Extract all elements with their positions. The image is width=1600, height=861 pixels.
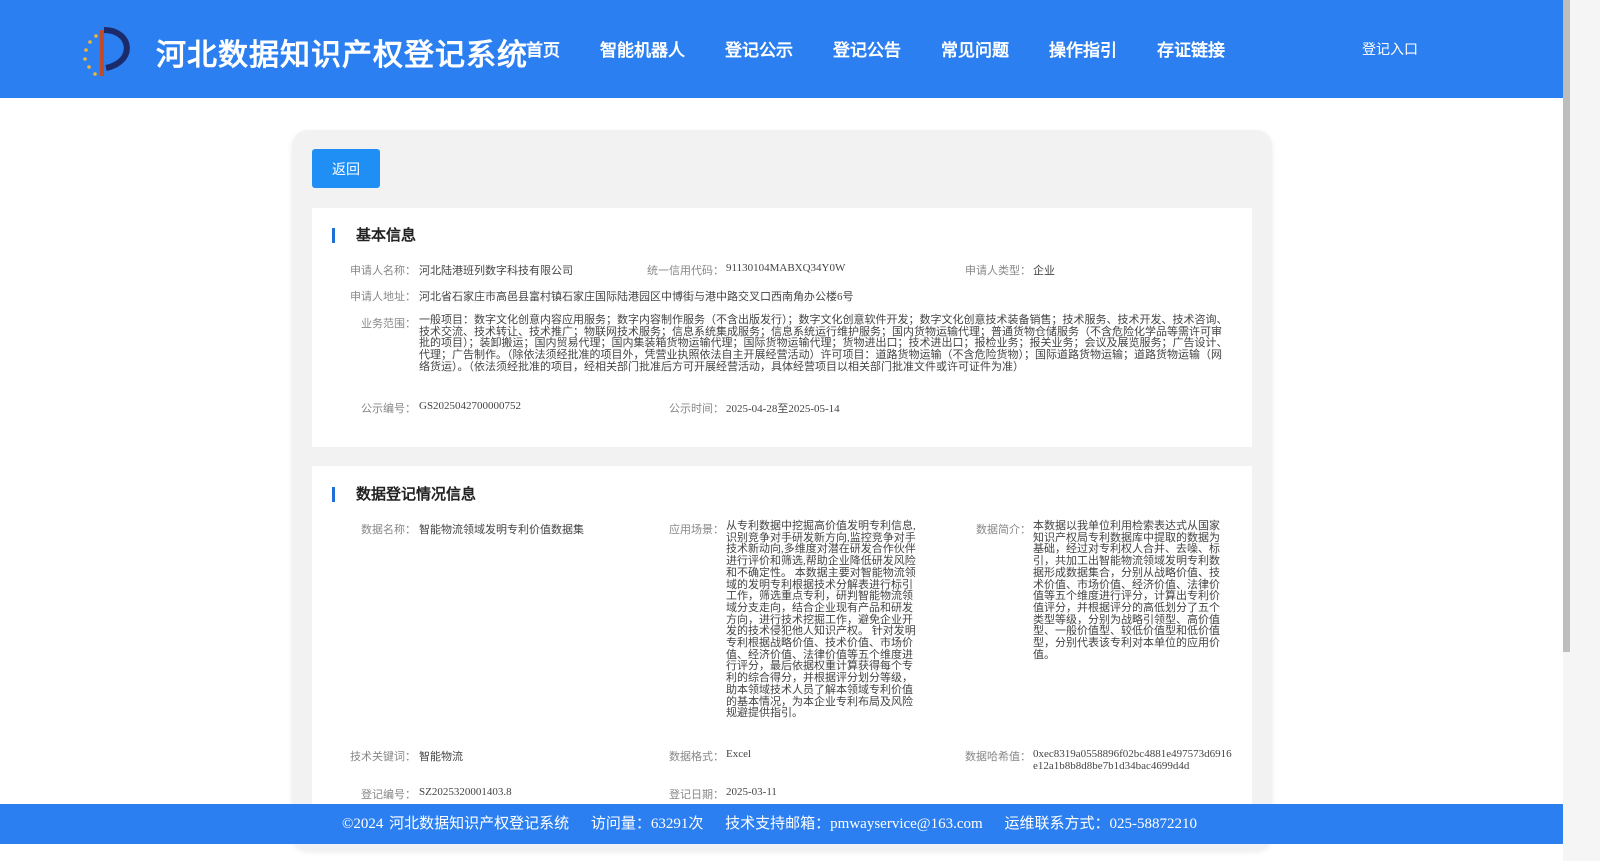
address-label: 申请人地址： xyxy=(350,291,416,303)
scope-value: 一般项目：数字文化创意内容应用服务；数字内容制作服务（不含出版发行）；数字文化创… xyxy=(419,314,1228,373)
keyword-label: 技术关键词： xyxy=(350,751,416,763)
nav-publicity[interactable]: 登记公示 xyxy=(725,36,793,61)
footer-email: 技术支持邮箱：pmwayservice@163.com xyxy=(725,816,983,832)
applicant-type-value: 企业 xyxy=(1033,265,1055,277)
footer-phone: 运维联系方式：025-58872210 xyxy=(1004,816,1197,832)
applicant-name-label: 申请人名称： xyxy=(350,265,416,277)
notice-no-value: GS2025042700000752 xyxy=(419,400,522,412)
intro-value: 本数据以我单位利用检索表达式从国家知识产权局专利数据库中提取的数据为基础，经过对… xyxy=(1033,520,1220,661)
format-value: Excel xyxy=(726,748,752,760)
data-registration-panel: 数据登记情况信息 数据名称： 智能物流领域发明专利价值数据集 应用场景： 从专利… xyxy=(312,466,1252,826)
data-name-value: 智能物流领域发明专利价值数据集 xyxy=(419,524,584,536)
address-value: 河北省石家庄市高邑县富村镇石家庄国际陆港园区中博街与港中路交叉口西南角办公楼6号 xyxy=(419,291,854,303)
footer-copyright: ©2024 河北数据知识产权登记系统 xyxy=(342,816,570,832)
footer-text: ©2024 河北数据知识产权登记系统 访问量：63291次 技术支持邮箱：pmw… xyxy=(342,812,1213,833)
nav-announcement[interactable]: 登记公告 xyxy=(833,36,901,61)
reg-no-value: SZ2025320001403.8 xyxy=(419,786,512,798)
nav-faq[interactable]: 常见问题 xyxy=(941,36,1009,61)
reg-date-value: 2025-03-11 xyxy=(726,786,777,798)
basic-info-panel: 基本信息 申请人名称： 河北陆港班列数字科技有限公司 统一信用代码： 91130… xyxy=(312,208,1252,447)
nav-guide[interactable]: 操作指引 xyxy=(1049,36,1117,61)
site-title: 河北数据知识产权登记系统 xyxy=(156,38,528,73)
back-button[interactable]: 返回 xyxy=(312,149,380,188)
hash-value: 0xec8319a0558896f02bc4881e497573d6916e12… xyxy=(1033,748,1232,772)
scope-label: 业务范围： xyxy=(361,318,416,330)
nav-evidence-link[interactable]: 存证链接 xyxy=(1157,36,1225,61)
credit-code-label: 统一信用代码： xyxy=(647,265,724,277)
notice-time-label: 公示时间： xyxy=(669,403,724,415)
top-header: 河北数据知识产权登记系统 首页 智能机器人 登记公示 登记公告 常见问题 操作指… xyxy=(0,0,1563,98)
login-link[interactable]: 登记入口 xyxy=(1362,39,1418,59)
section-title-basic: 基本信息 xyxy=(332,228,416,243)
applicant-name-value: 河北陆港班列数字科技有限公司 xyxy=(419,265,573,277)
format-label: 数据格式： xyxy=(669,751,724,763)
notice-time-value: 2025-04-28至2025-05-14 xyxy=(726,403,840,415)
data-name-label: 数据名称： xyxy=(361,524,416,536)
footer: ©2024 河北数据知识产权登记系统 访问量：63291次 技术支持邮箱：pmw… xyxy=(0,804,1563,844)
scrollbar-thumb[interactable] xyxy=(1563,0,1570,652)
scene-value: 从专利数据中挖掘高价值发明专利信息,识别竞争对手研发新方向,监控竞争对手技术新动… xyxy=(726,520,916,720)
reg-date-label: 登记日期： xyxy=(669,789,724,801)
hash-label: 数据哈希值： xyxy=(965,751,1031,763)
main-nav: 首页 智能机器人 登记公示 登记公告 常见问题 操作指引 存证链接 xyxy=(526,36,1265,61)
footer-visits: 访问量：63291次 xyxy=(590,816,704,832)
logo-icon xyxy=(83,27,130,76)
nav-robot[interactable]: 智能机器人 xyxy=(600,36,685,61)
credit-code-value: 91130104MABXQ34Y0W xyxy=(726,262,846,274)
keyword-value: 智能物流 xyxy=(419,751,463,763)
section-title-data: 数据登记情况信息 xyxy=(332,487,476,502)
intro-label: 数据简介： xyxy=(976,524,1031,536)
scene-label: 应用场景： xyxy=(669,524,724,536)
applicant-type-label: 申请人类型： xyxy=(965,265,1031,277)
nav-home[interactable]: 首页 xyxy=(526,36,560,61)
reg-no-label: 登记编号： xyxy=(361,789,416,801)
notice-no-label: 公示编号： xyxy=(361,403,416,415)
